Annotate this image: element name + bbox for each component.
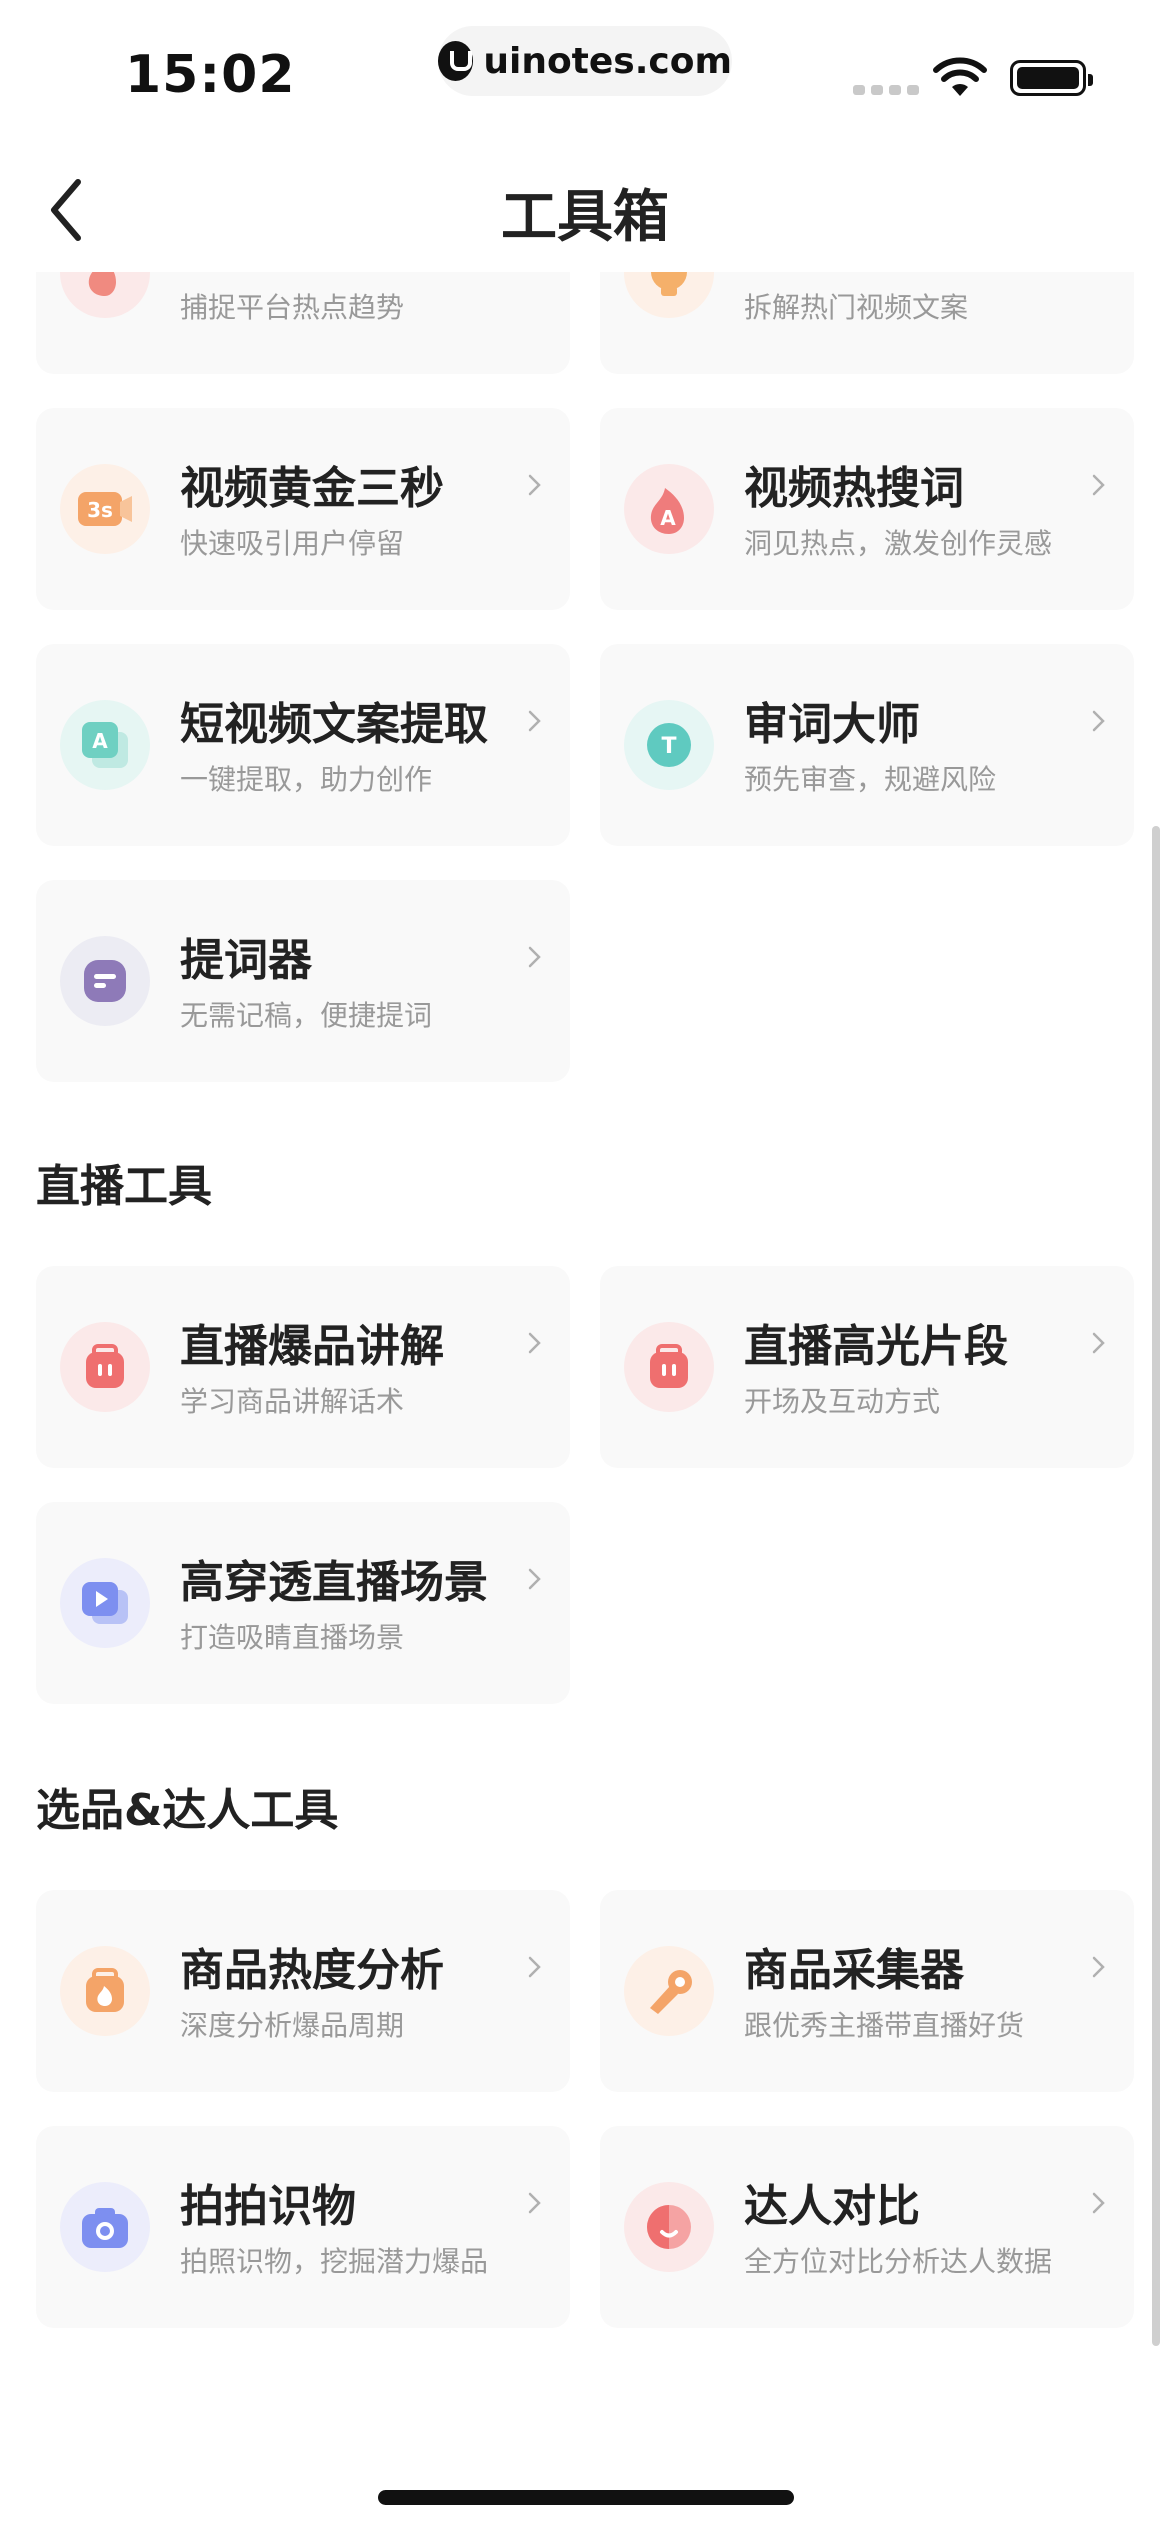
svg-text:A: A [660,506,676,530]
chevron-right-icon [528,710,541,732]
tool-subtitle: 打造吸睛直播场景 [180,1621,405,1654]
svg-text:A: A [92,729,108,753]
cellular-signal-icon [853,85,919,95]
chevron-right-icon [1092,2192,1105,2214]
tool-card-hot-search[interactable]: A 视频热搜词 洞见热点，激发创作灵感 [600,408,1134,610]
chevron-right-icon [528,946,541,968]
tool-card-golden-three-seconds[interactable]: 3s 视频黄金三秒 快速吸引用户停留 [36,408,570,610]
nav-bar: 工具箱 [0,140,1170,272]
tool-title: 达人对比 [744,2181,920,2232]
tool-card-copy[interactable]: 拆解热门视频文案 [600,272,1134,374]
tool-subtitle: 洞见热点，激发创作灵感 [744,527,1053,560]
chevron-right-icon [528,2192,541,2214]
tool-title: 视频黄金三秒 [180,463,444,514]
tool-subtitle: 无需记稿，便捷提词 [180,999,433,1032]
wifi-icon [933,57,987,96]
tool-title: 直播高光片段 [744,1321,1008,1372]
live-scene-play-icon [60,1558,150,1648]
tool-title: 直播爆品讲解 [180,1321,444,1372]
battery-icon [1010,60,1093,96]
status-time: 15:02 [125,45,296,105]
live-bag-icon [624,1322,714,1412]
chevron-right-icon [528,1332,541,1354]
tool-subtitle: 全方位对比分析达人数据 [744,2245,1053,2278]
tool-title: 商品热度分析 [180,1945,444,1996]
tool-title: 商品采集器 [744,1945,964,1996]
chevron-right-icon [1092,1956,1105,1978]
chevron-right-icon [528,1956,541,1978]
uinotes-logo-icon [438,41,474,81]
chevron-right-icon [528,1568,541,1590]
tool-subtitle: 拍照识物，挖掘潜力爆品 [180,2245,489,2278]
live-bag-icon [60,1322,150,1412]
tool-subtitle: 预先审查，规避风险 [744,763,997,796]
tool-card-product-collector[interactable]: 商品采集器 跟优秀主播带直播好货 [600,1890,1134,2092]
camera-icon [60,2182,150,2272]
chevron-right-icon [1092,710,1105,732]
tool-title: 拍拍识物 [180,2181,356,2232]
hot-search-flame-icon: A [624,464,714,554]
status-bar: 15:02 uinotes.com [0,0,1170,140]
product-heat-icon [60,1946,150,2036]
tool-title: 视频热搜词 [744,463,964,514]
tool-card-product-heat[interactable]: 商品热度分析 深度分析爆品周期 [36,1890,570,2092]
lightbulb-icon [624,272,714,318]
influencer-compare-icon [624,2182,714,2272]
chevron-right-icon [1092,474,1105,496]
svg-text:T: T [661,734,676,759]
tool-title: 审词大师 [744,699,920,750]
chevron-right-icon [528,474,541,496]
home-indicator[interactable] [378,2490,794,2505]
tool-subtitle: 一键提取，助力创作 [180,763,433,796]
word-review-icon: T [624,700,714,790]
tool-subtitle: 开场及互动方式 [744,1385,941,1418]
section-title-selection-tools: 选品&达人工具 [36,1785,339,1836]
tool-title: 短视频文案提取 [180,699,488,750]
tool-card-live-highlights[interactable]: 直播高光片段 开场及互动方式 [600,1266,1134,1468]
tool-card-photo-recognize[interactable]: 拍拍识物 拍照识物，挖掘潜力爆品 [36,2126,570,2328]
chevron-right-icon [1092,1332,1105,1354]
tool-title: 高穿透直播场景 [180,1557,488,1608]
tool-list[interactable]: 捕捉平台热点趋势 拆解热门视频文案 3s 视频黄金三秒 快速吸引用户停留 A 视… [0,272,1170,2460]
teleprompter-icon [60,936,150,1026]
tool-subtitle: 快速吸引用户停留 [180,527,405,560]
tool-card-live-hot-product[interactable]: 直播爆品讲解 学习商品讲解话术 [36,1266,570,1468]
tool-card-influencer-compare[interactable]: 达人对比 全方位对比分析达人数据 [600,2126,1134,2328]
tool-card-live-scene[interactable]: 高穿透直播场景 打造吸睛直播场景 [36,1502,570,1704]
tool-card-trend[interactable]: 捕捉平台热点趋势 [36,272,570,374]
text-extract-icon: A [60,700,150,790]
tool-title: 提词器 [180,935,312,986]
tool-subtitle: 跟优秀主播带直播好货 [744,2009,1025,2042]
tool-subtitle: 捕捉平台热点趋势 [180,291,405,324]
tool-subtitle: 拆解热门视频文案 [744,291,969,324]
tool-card-text-extract[interactable]: A 短视频文案提取 一键提取，助力创作 [36,644,570,846]
scrollbar[interactable] [1152,826,1160,2346]
tool-subtitle: 深度分析爆品周期 [180,2009,405,2042]
tool-card-word-review[interactable]: T 审词大师 预先审查，规避风险 [600,644,1134,846]
3s-video-icon: 3s [60,464,150,554]
fire-icon [60,272,150,318]
url-pill: uinotes.com [438,26,732,96]
page-title: 工具箱 [501,185,669,250]
url-text: uinotes.com [483,40,732,82]
section-title-live-tools: 直播工具 [36,1161,212,1212]
product-collector-icon [624,1946,714,2036]
tool-card-teleprompter[interactable]: 提词器 无需记稿，便捷提词 [36,880,570,1082]
tool-subtitle: 学习商品讲解话术 [180,1385,405,1418]
svg-text:3s: 3s [87,498,113,522]
